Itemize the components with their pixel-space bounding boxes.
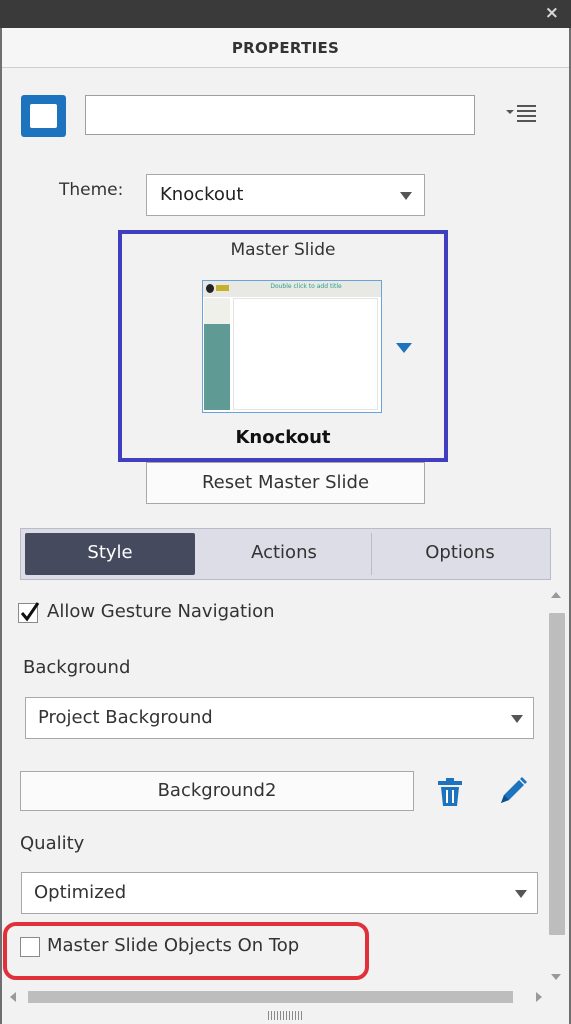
- background-image-name[interactable]: Background2: [20, 771, 414, 811]
- scroll-left-arrow-icon[interactable]: [10, 992, 16, 1002]
- allow-gesture-navigation-checkbox[interactable]: [18, 602, 40, 623]
- theme-dropdown[interactable]: Knockout: [146, 174, 425, 216]
- master-slide-name: Knockout: [235, 427, 331, 448]
- chevron-down-icon: [400, 192, 412, 200]
- pencil-icon[interactable]: [497, 775, 529, 807]
- chevron-down-icon: [511, 715, 523, 723]
- master-slide-objects-on-top-checkbox[interactable]: [20, 937, 40, 957]
- tab-options[interactable]: Options: [374, 533, 546, 575]
- quality-label: Quality: [20, 833, 85, 854]
- background-label: Background: [23, 657, 131, 678]
- scroll-up-arrow-icon[interactable]: [551, 592, 561, 598]
- panel-title: PROPERTIES: [231, 39, 340, 57]
- master-slide-objects-on-top-label: Master Slide Objects On Top: [47, 935, 300, 956]
- scroll-right-arrow-icon[interactable]: [536, 992, 542, 1002]
- horizontal-scrollbar-thumb[interactable]: [28, 991, 513, 1003]
- theme-selected-value: Knockout: [160, 184, 244, 205]
- thumbnail-title: Double click to add title: [270, 283, 342, 290]
- thumbnail-logo-text-icon: [216, 285, 229, 291]
- vertical-scrollbar-thumb[interactable]: [549, 613, 565, 935]
- object-name-input[interactable]: [85, 95, 475, 135]
- chevron-down-icon: [515, 890, 527, 898]
- resize-grip-icon[interactable]: [268, 1011, 304, 1020]
- trash-icon[interactable]: [436, 777, 464, 807]
- thumbnail-sidebar-top: [204, 298, 230, 324]
- quality-selected-value: Optimized: [34, 882, 127, 903]
- scroll-down-arrow-icon[interactable]: [551, 974, 561, 980]
- thumbnail-logo-icon: [206, 284, 214, 293]
- allow-gesture-navigation-label: Allow Gesture Navigation: [47, 601, 275, 622]
- tab-style[interactable]: Style: [25, 533, 195, 575]
- thumbnail-sidebar: [204, 324, 230, 410]
- theme-label: Theme:: [59, 180, 124, 200]
- quality-dropdown[interactable]: Optimized: [21, 872, 538, 914]
- thumbnail-content-area: [233, 298, 378, 410]
- panel-menu-icon[interactable]: [504, 101, 538, 125]
- checkmark-icon: [20, 602, 40, 622]
- background-selected-value: Project Background: [38, 707, 213, 728]
- reset-master-slide-button[interactable]: Reset Master Slide: [146, 462, 425, 504]
- window-titlebar: [0, 0, 571, 28]
- background-dropdown[interactable]: Project Background: [25, 697, 534, 739]
- close-icon[interactable]: ×: [545, 3, 559, 23]
- shape-icon-fill: [30, 104, 57, 128]
- tab-actions[interactable]: Actions: [197, 533, 372, 575]
- master-slide-label: Master Slide: [230, 240, 336, 260]
- master-slide-dropdown-arrow-icon[interactable]: [396, 343, 412, 353]
